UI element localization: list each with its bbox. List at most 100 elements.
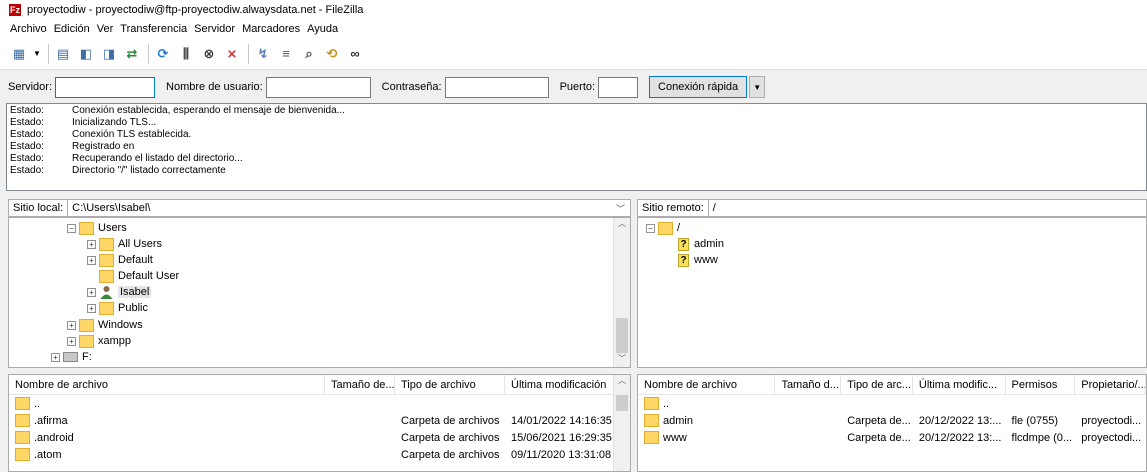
cancel-icon[interactable]: ⊗ bbox=[200, 45, 218, 63]
tree-node-isabel[interactable]: + Isabel bbox=[87, 284, 152, 300]
scroll-up-icon[interactable]: ︿ bbox=[614, 218, 630, 232]
tree-node-default[interactable]: + Default bbox=[87, 252, 153, 268]
folder-icon bbox=[79, 221, 94, 235]
tree-label: www bbox=[694, 254, 718, 266]
password-input[interactable] bbox=[444, 76, 549, 98]
file-permissions: fle (0755) bbox=[1011, 414, 1059, 427]
unknown-folder-icon: ? bbox=[678, 253, 689, 267]
tree-node-users[interactable]: − Users bbox=[67, 220, 127, 236]
scroll-down-icon[interactable]: ﹀ bbox=[614, 353, 630, 367]
folder-icon bbox=[15, 414, 30, 427]
tree-node-xampp[interactable]: + xampp bbox=[67, 333, 131, 349]
table-row[interactable]: .atom Carpeta de archivos 09/11/2020 13:… bbox=[9, 446, 630, 463]
reconnect-icon[interactable]: ↯ bbox=[254, 45, 272, 63]
search-icon[interactable]: ⌕ bbox=[300, 45, 318, 63]
toggle-remote-tree-icon[interactable]: ◨ bbox=[100, 45, 118, 63]
dropdown-arrow-icon[interactable]: ▼ bbox=[33, 45, 41, 63]
local-path-box: Sitio local: C:\Users\Isabel\ ﹀ bbox=[8, 199, 631, 217]
col-type[interactable]: Tipo de arc... bbox=[841, 375, 913, 395]
col-permissions[interactable]: Permisos bbox=[1006, 375, 1076, 395]
expand-icon[interactable]: + bbox=[87, 239, 96, 249]
tree-node-www[interactable]: ? www bbox=[678, 252, 718, 268]
collapse-icon[interactable]: − bbox=[646, 223, 655, 233]
col-modified[interactable]: Última modificación bbox=[505, 375, 614, 395]
local-tree-scrollbar[interactable]: ︿ ﹀ bbox=[613, 218, 630, 367]
username-input[interactable] bbox=[265, 76, 371, 98]
tree-label: Isabel bbox=[118, 286, 152, 298]
local-list-scrollbar[interactable]: ︿ bbox=[613, 375, 630, 471]
table-row[interactable]: admin Carpeta de... 20/12/2022 13:... fl… bbox=[638, 412, 1146, 429]
tree-node-default-user[interactable]: Default User bbox=[99, 268, 179, 284]
folder-icon bbox=[644, 431, 659, 444]
log-message: Registrado en bbox=[72, 141, 135, 152]
menu-marcadores[interactable]: Marcadores bbox=[242, 23, 300, 35]
quickconnect-button[interactable]: Conexión rápida bbox=[649, 76, 748, 98]
toggle-queue-icon[interactable]: ⇄ bbox=[123, 45, 141, 63]
table-row[interactable]: .. bbox=[9, 395, 630, 412]
col-type[interactable]: Tipo de archivo bbox=[395, 375, 505, 395]
menu-archivo[interactable]: Archivo bbox=[10, 23, 47, 35]
col-size[interactable]: Tamaño de... bbox=[325, 375, 395, 395]
tree-node-windows[interactable]: + Windows bbox=[67, 317, 143, 333]
remote-path-input[interactable]: / bbox=[709, 202, 1146, 214]
file-name: .afirma bbox=[34, 414, 68, 427]
col-modified[interactable]: Última modific... bbox=[913, 375, 1006, 395]
file-type: Carpeta de archivos bbox=[401, 431, 500, 444]
menu-ver[interactable]: Ver bbox=[97, 23, 114, 35]
menu-transferencia[interactable]: Transferencia bbox=[120, 23, 187, 35]
file-owner: proyectodi... bbox=[1081, 431, 1142, 444]
table-row[interactable]: .afirma Carpeta de archivos 14/01/2022 1… bbox=[9, 412, 630, 429]
chevron-down-icon[interactable]: ﹀ bbox=[616, 202, 630, 215]
log-key: Estado: bbox=[10, 165, 44, 176]
remote-column-header: Nombre de archivo Tamaño d... Tipo de ar… bbox=[638, 375, 1146, 395]
file-name: .. bbox=[663, 397, 670, 410]
table-row[interactable]: .android Carpeta de archivos 15/06/2021 … bbox=[9, 429, 630, 446]
server-input[interactable] bbox=[55, 76, 156, 98]
disconnect-icon[interactable]: ⨯ bbox=[223, 45, 241, 63]
folder-icon bbox=[644, 414, 659, 427]
expand-icon[interactable]: + bbox=[67, 336, 76, 346]
username-label: Nombre de usuario: bbox=[166, 81, 263, 93]
scrollbar-thumb[interactable] bbox=[616, 318, 628, 353]
site-manager-icon[interactable]: ▦ bbox=[10, 45, 28, 63]
tree-node-public[interactable]: + Public bbox=[87, 300, 148, 316]
folder-icon bbox=[15, 431, 30, 444]
filter-icon[interactable]: ≡ bbox=[277, 45, 295, 63]
expand-icon[interactable]: + bbox=[67, 320, 76, 330]
scroll-up-icon[interactable]: ︿ bbox=[614, 375, 630, 389]
col-filename[interactable]: Nombre de archivo bbox=[9, 375, 325, 395]
expand-icon[interactable]: + bbox=[51, 352, 60, 362]
folder-icon bbox=[99, 237, 114, 251]
tree-node-admin[interactable]: ? admin bbox=[678, 236, 724, 252]
menu-edicion[interactable]: Edición bbox=[54, 23, 90, 35]
binoculars-icon[interactable]: ∞ bbox=[346, 45, 364, 63]
file-type: Carpeta de... bbox=[847, 431, 911, 444]
toggle-local-tree-icon[interactable]: ◧ bbox=[77, 45, 95, 63]
local-path-input[interactable]: C:\Users\Isabel\ bbox=[68, 202, 616, 214]
collapse-icon[interactable]: − bbox=[67, 223, 76, 233]
sync-browsing-icon[interactable]: ⟲ bbox=[323, 45, 341, 63]
table-row[interactable]: www Carpeta de... 20/12/2022 13:... flcd… bbox=[638, 429, 1146, 446]
toggle-message-log-icon[interactable]: ▤ bbox=[54, 45, 72, 63]
col-owner[interactable]: Propietario/... bbox=[1075, 375, 1146, 395]
col-filename[interactable]: Nombre de archivo bbox=[638, 375, 776, 395]
expand-icon[interactable]: + bbox=[87, 255, 96, 265]
tree-node-all-users[interactable]: + All Users bbox=[87, 236, 162, 252]
process-queue-icon[interactable]: ⫼ bbox=[177, 45, 195, 63]
tree-label: Users bbox=[98, 222, 127, 234]
menu-servidor[interactable]: Servidor bbox=[194, 23, 235, 35]
chevron-down-icon[interactable]: ▼ bbox=[749, 76, 766, 98]
folder-icon bbox=[658, 221, 673, 235]
menu-ayuda[interactable]: Ayuda bbox=[307, 23, 338, 35]
col-size[interactable]: Tamaño d... bbox=[775, 375, 842, 395]
refresh-icon[interactable]: ⟳ bbox=[154, 45, 172, 63]
tree-node-f-drive[interactable]: + F: bbox=[51, 349, 92, 365]
log-row: Estado: Registrado en bbox=[10, 141, 1143, 153]
port-input[interactable] bbox=[598, 76, 639, 98]
expand-icon[interactable]: + bbox=[87, 303, 96, 313]
scrollbar-thumb[interactable] bbox=[616, 395, 628, 411]
table-row[interactable]: .. bbox=[638, 395, 1146, 412]
expand-icon[interactable]: + bbox=[87, 287, 96, 297]
tree-node-root[interactable]: − / bbox=[646, 220, 680, 236]
folder-icon bbox=[99, 253, 114, 267]
